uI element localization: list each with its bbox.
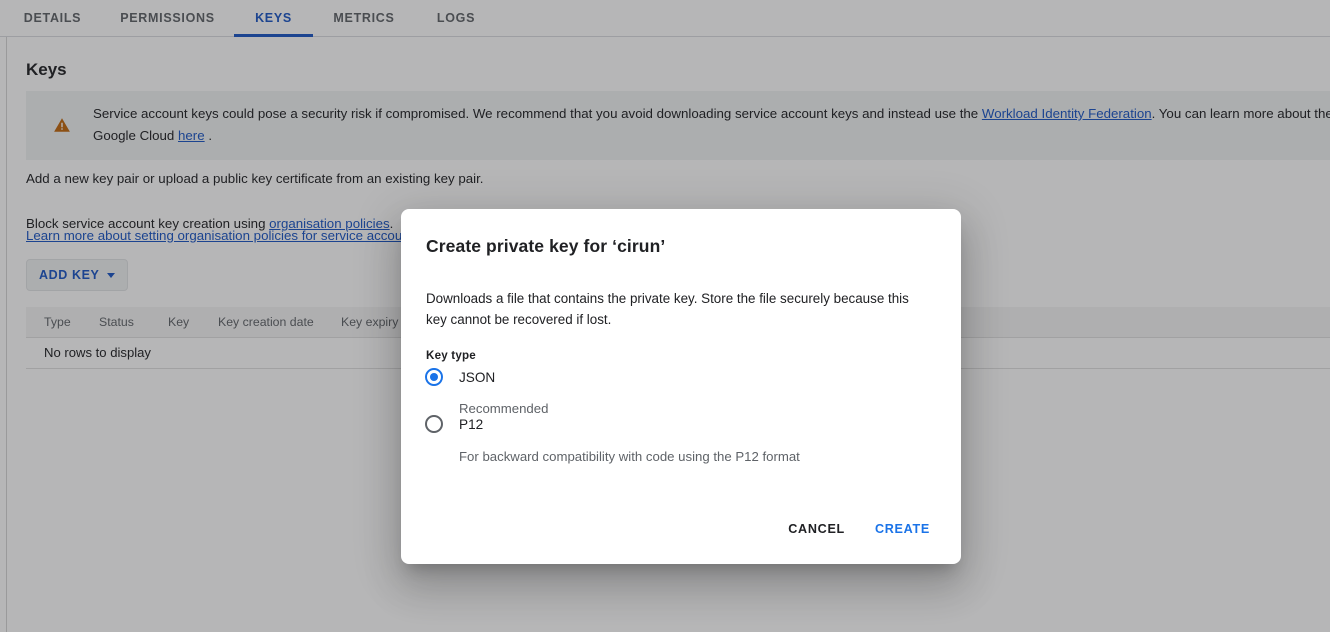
dialog-actions: CANCEL CREATE bbox=[778, 512, 940, 546]
key-type-option-json-help: Recommended bbox=[459, 401, 549, 416]
radio-json-icon[interactable] bbox=[425, 368, 443, 386]
key-type-option-json[interactable]: JSON bbox=[425, 368, 495, 386]
create-private-key-dialog: Create private key for ‘cirun’ Downloads… bbox=[401, 209, 961, 564]
cancel-button[interactable]: CANCEL bbox=[778, 512, 855, 546]
dialog-title: Create private key for ‘cirun’ bbox=[426, 236, 666, 256]
create-button[interactable]: CREATE bbox=[865, 512, 940, 546]
key-type-option-p12-label: P12 bbox=[459, 416, 484, 432]
key-type-option-p12[interactable]: P12 bbox=[425, 415, 483, 433]
radio-p12-icon[interactable] bbox=[425, 415, 443, 433]
dialog-body-text: Downloads a file that contains the priva… bbox=[426, 291, 909, 327]
key-type-option-p12-help: For backward compatibility with code usi… bbox=[459, 449, 800, 464]
key-type-label: Key type bbox=[426, 349, 476, 362]
key-type-option-json-label: JSON bbox=[459, 369, 496, 385]
